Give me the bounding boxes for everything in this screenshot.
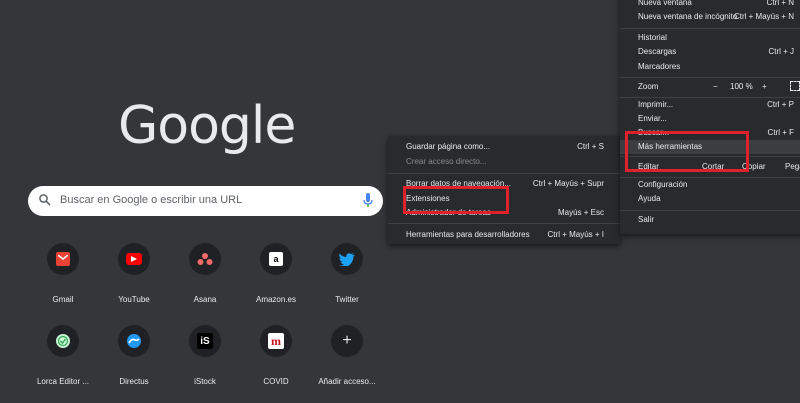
shortcut-lorca-editor[interactable]: Lorca Editor ... <box>27 325 99 386</box>
menu-divider <box>620 28 800 29</box>
shortcut-add[interactable]: + Añadir acceso... <box>311 325 383 386</box>
asana-icon <box>189 243 221 275</box>
gmail-icon <box>47 243 79 275</box>
zoom-row: Zoom − 100 % + <box>620 80 800 94</box>
directus-icon <box>118 325 150 357</box>
shortcut-label: Gmail <box>52 295 74 304</box>
menu-divider <box>388 173 620 174</box>
save-page-item[interactable]: Guardar página como... Ctrl + S <box>388 140 620 154</box>
shortcut-label: Twitter <box>335 295 359 304</box>
shortcut-label: COVID <box>263 377 289 386</box>
shortcut-amazon[interactable]: a Amazon.es <box>240 243 312 304</box>
paste-button[interactable]: Pegar <box>785 160 800 174</box>
print-item[interactable]: Imprimir... Ctrl + P <box>620 98 800 112</box>
plus-icon: + <box>331 325 363 357</box>
search-icon <box>38 193 52 212</box>
shortcut-label: iStock <box>194 377 216 386</box>
cast-item[interactable]: Enviar... <box>620 112 800 126</box>
lorca-editor-icon <box>47 325 79 357</box>
microphone-icon[interactable] <box>363 193 373 213</box>
shortcut-label: Directus <box>119 377 149 386</box>
annotation-box-more-tools <box>625 131 749 172</box>
developer-tools-item[interactable]: Herramientas para desarrolladores Ctrl + … <box>388 228 620 242</box>
shortcut-directus[interactable]: Directus <box>98 325 170 386</box>
google-logo: Google <box>118 96 296 156</box>
shortcut-asana[interactable]: Asana <box>169 243 241 304</box>
istock-icon: iS <box>189 325 221 357</box>
twitter-icon <box>331 243 363 275</box>
exit-item[interactable]: Salir <box>620 213 800 227</box>
shortcut-label: Asana <box>193 295 217 304</box>
settings-item[interactable]: Configuración <box>620 178 800 192</box>
fullscreen-icon[interactable] <box>790 81 800 91</box>
new-window-item[interactable]: Nueva ventana Ctrl + N <box>620 0 800 10</box>
search-placeholder[interactable]: Buscar en Google o escribir una URL <box>60 194 242 206</box>
youtube-icon <box>118 243 150 275</box>
shortcut-twitter[interactable]: Twitter <box>311 243 383 304</box>
create-shortcut-item[interactable]: Crear acceso directo... <box>388 155 620 169</box>
shortcut-covid[interactable]: m COVID <box>240 325 312 386</box>
menu-divider <box>388 223 620 224</box>
shortcut-gmail[interactable]: Gmail <box>27 243 99 304</box>
zoom-out-button[interactable]: − <box>713 80 718 94</box>
covid-icon: m <box>260 325 292 357</box>
search-box[interactable]: Buscar en Google o escribir una URL <box>28 186 383 216</box>
amazon-icon: a <box>260 243 292 275</box>
shortcut-youtube[interactable]: YouTube <box>98 243 170 304</box>
annotation-box-extensions <box>403 186 509 214</box>
shortcut-label: Añadir acceso... <box>318 377 376 386</box>
bookmarks-item[interactable]: Marcadores <box>620 60 800 74</box>
shortcut-label: YouTube <box>118 295 150 304</box>
zoom-in-button[interactable]: + <box>762 80 767 94</box>
menu-divider <box>620 77 800 78</box>
history-item[interactable]: Historial <box>620 31 800 45</box>
chrome-main-menu: Nueva ventana Ctrl + N Nueva ventana de i… <box>620 0 800 234</box>
help-item[interactable]: Ayuda <box>620 192 800 206</box>
shortcut-label: Lorca Editor ... <box>36 377 90 386</box>
incognito-window-item[interactable]: Nueva ventana de incógnito Ctrl + Mayús +… <box>620 10 800 24</box>
downloads-item[interactable]: Descargas Ctrl + J <box>620 45 800 59</box>
menu-divider <box>620 210 800 211</box>
shortcut-istock[interactable]: iS iStock <box>169 325 241 386</box>
shortcut-label: Amazon.es <box>255 295 297 304</box>
zoom-value: 100 % <box>730 82 753 91</box>
